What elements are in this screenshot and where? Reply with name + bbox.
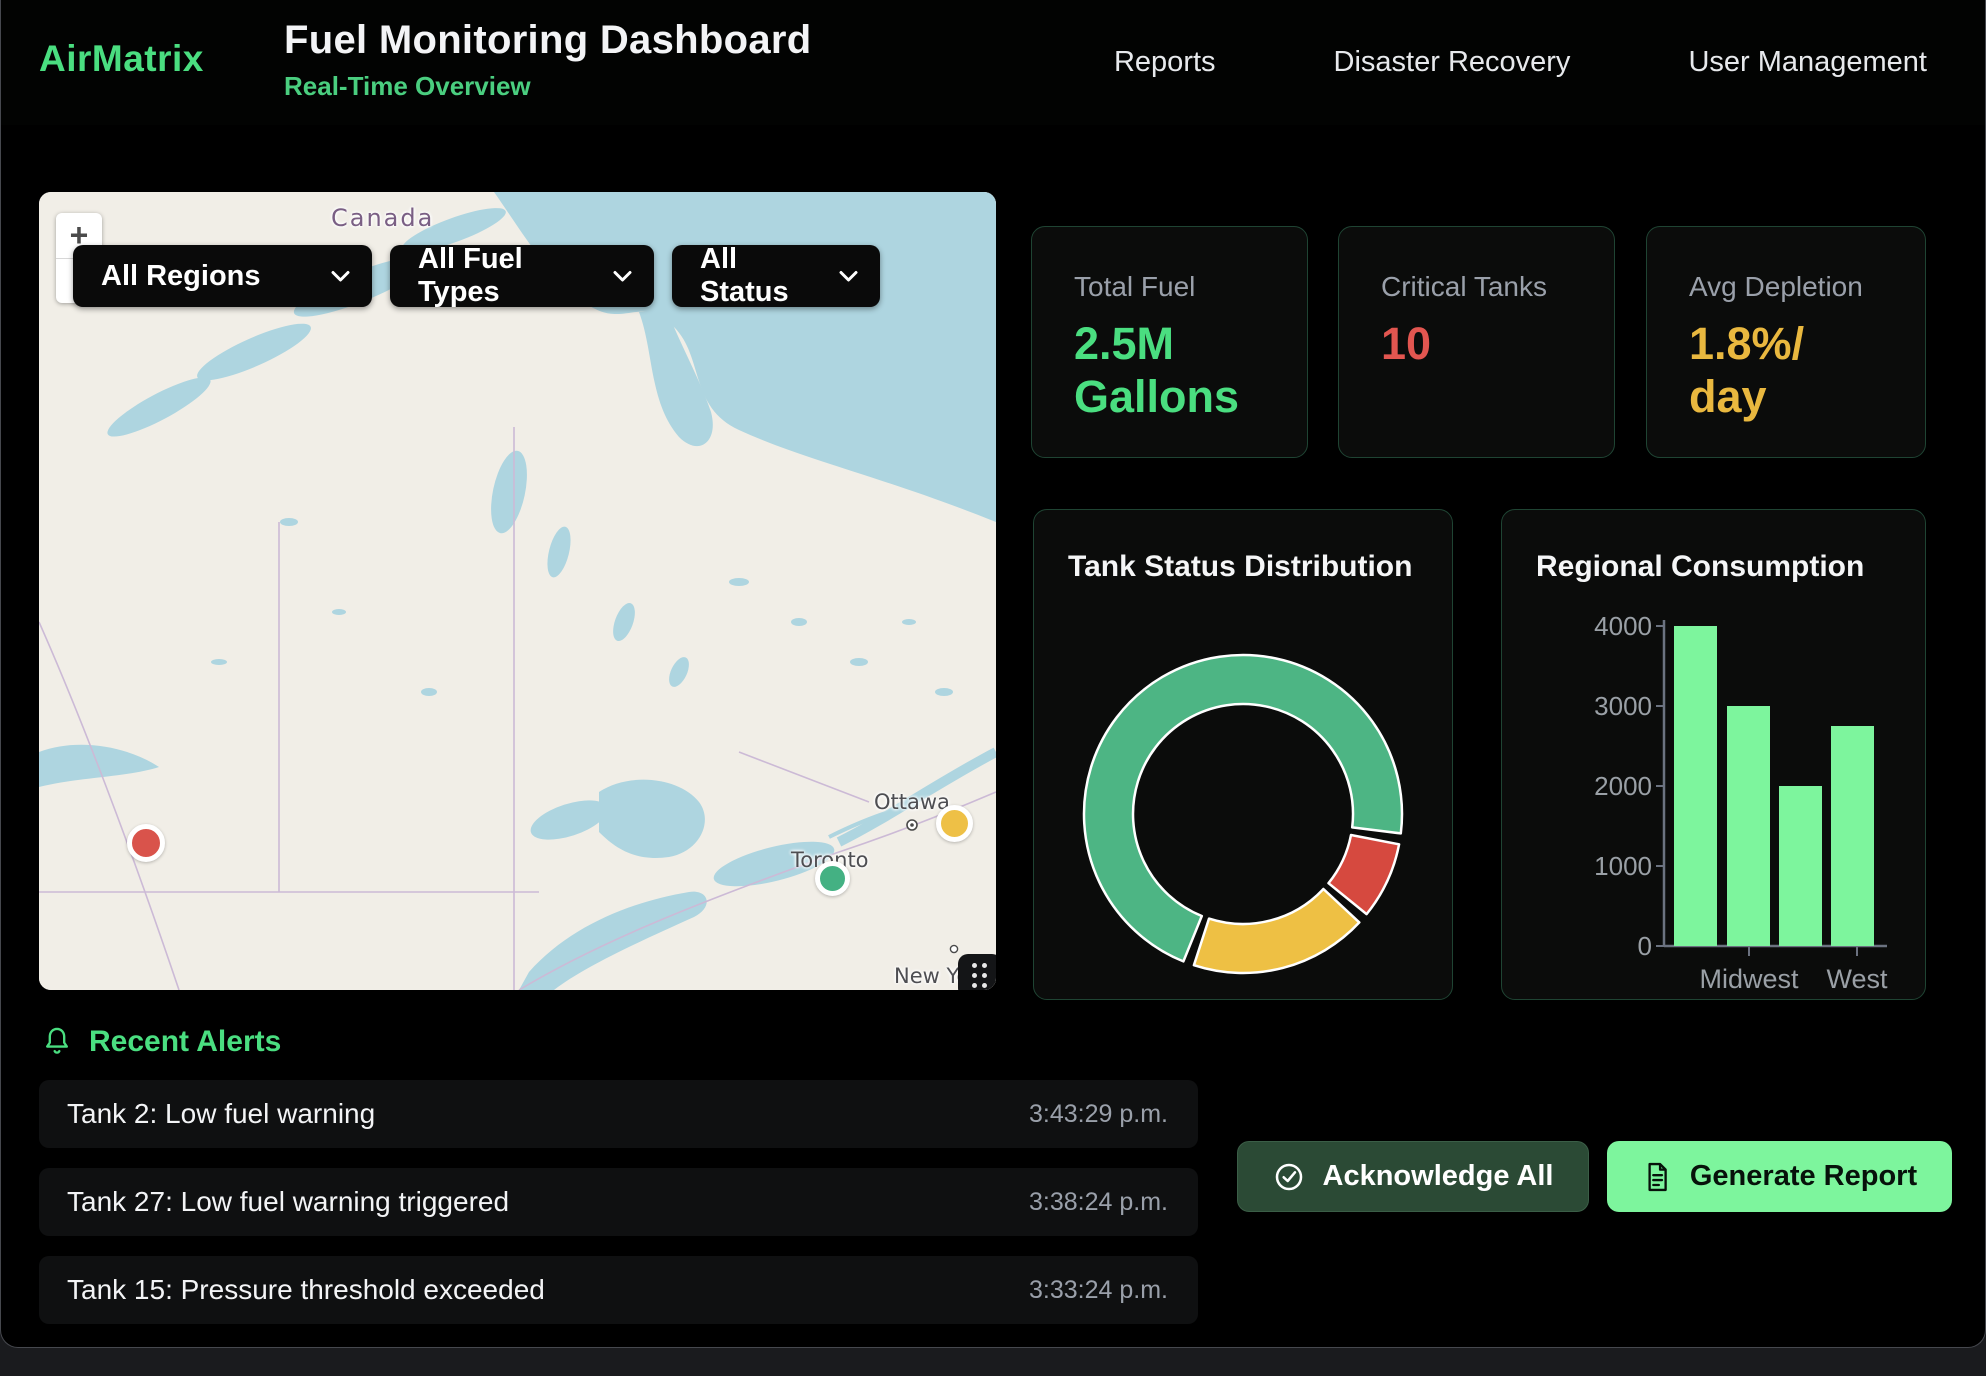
region-filter-dropdown[interactable]: All Regions (73, 245, 372, 307)
generate-report-label: Generate Report (1690, 1160, 1917, 1193)
stat-value: 1.8%/ day (1689, 317, 1885, 423)
nav-reports[interactable]: Reports (1114, 46, 1216, 79)
tank-status-panel: Tank Status Distribution (1033, 509, 1453, 1000)
main-nav: Reports Disaster Recovery User Managemen… (1114, 0, 1927, 125)
stat-card-avg-depletion: Avg Depletion 1.8%/ day (1646, 226, 1926, 458)
alert-time: 3:38:24 p.m. (1029, 1188, 1168, 1217)
stat-label: Avg Depletion (1689, 271, 1885, 303)
map-drag-handle[interactable] (958, 954, 996, 990)
status-filter-dropdown[interactable]: All Status (672, 245, 880, 307)
window-bottom-strip (0, 1348, 1986, 1376)
check-circle-icon (1273, 1161, 1305, 1193)
svg-text:West: West (1826, 964, 1888, 994)
acknowledge-all-button[interactable]: Acknowledge All (1237, 1141, 1589, 1212)
title-block: Fuel Monitoring Dashboard Real-Time Over… (284, 18, 811, 102)
stat-card-critical-tanks: Critical Tanks 10 (1338, 226, 1615, 458)
page-title: Fuel Monitoring Dashboard (284, 18, 811, 63)
fuel-type-filter-value: All Fuel Types (418, 243, 595, 309)
stat-value: 10 (1381, 317, 1574, 370)
stat-label: Critical Tanks (1381, 271, 1574, 303)
svg-text:2000: 2000 (1594, 771, 1652, 801)
alert-message: Tank 27: Low fuel warning triggered (67, 1186, 509, 1218)
alert-message: Tank 15: Pressure threshold exceeded (67, 1274, 545, 1306)
svg-text:4000: 4000 (1594, 611, 1652, 641)
generate-report-button[interactable]: Generate Report (1607, 1141, 1952, 1212)
newyork-town-icon (949, 944, 959, 954)
tank-marker-critical[interactable] (127, 824, 165, 862)
grip-dots-icon (972, 963, 988, 989)
alert-time: 3:33:24 p.m. (1029, 1276, 1168, 1305)
chevron-down-icon (331, 270, 350, 283)
dashboard-window: AirMatrix Fuel Monitoring Dashboard Real… (0, 0, 1986, 1348)
page-subtitle: Real-Time Overview (284, 71, 811, 102)
regional-consumption-title: Regional Consumption (1536, 550, 1864, 584)
status-filter-value: All Status (700, 243, 821, 309)
stat-label: Total Fuel (1074, 271, 1267, 303)
chevron-down-icon (839, 270, 858, 283)
alert-row[interactable]: Tank 2: Low fuel warning 3:43:29 p.m. (39, 1080, 1198, 1148)
document-icon (1642, 1161, 1672, 1193)
nav-user-management[interactable]: User Management (1688, 46, 1927, 79)
svg-text:0: 0 (1638, 931, 1652, 961)
chevron-down-icon (613, 270, 632, 283)
alert-time: 3:43:29 p.m. (1029, 1100, 1168, 1129)
svg-text:3000: 3000 (1594, 691, 1652, 721)
map-label-ottawa: Ottawa (874, 790, 950, 814)
region-filter-value: All Regions (101, 260, 261, 293)
tank-marker-warning[interactable] (936, 805, 973, 842)
tank-map[interactable]: Canada Ottawa Toronto New York + All Reg… (39, 192, 996, 990)
map-filter-bar: All Regions All Fuel Types All Status (73, 245, 880, 307)
brand-logo: AirMatrix (39, 38, 204, 80)
header: AirMatrix Fuel Monitoring Dashboard Real… (1, 0, 1985, 125)
svg-text:1000: 1000 (1594, 851, 1652, 881)
map-label-canada: Canada (331, 204, 434, 232)
svg-text:Midwest: Midwest (1699, 964, 1799, 994)
recent-alerts-header: Recent Alerts (41, 1025, 281, 1059)
alert-row[interactable]: Tank 15: Pressure threshold exceeded 3:3… (39, 1256, 1198, 1324)
bell-icon (41, 1025, 73, 1059)
ottawa-town-icon (905, 818, 919, 832)
stat-value: 2.5M Gallons (1074, 317, 1267, 423)
alert-row[interactable]: Tank 27: Low fuel warning triggered 3:38… (39, 1168, 1198, 1236)
acknowledge-all-label: Acknowledge All (1323, 1160, 1554, 1193)
tank-marker-normal[interactable] (815, 861, 850, 896)
stat-card-total-fuel: Total Fuel 2.5M Gallons (1031, 226, 1308, 458)
nav-disaster-recovery[interactable]: Disaster Recovery (1334, 46, 1571, 79)
regional-consumption-panel: Regional Consumption 0 1000 2000 3000 4000 Mi… (1501, 509, 1926, 1000)
recent-alerts-title: Recent Alerts (89, 1025, 281, 1059)
alert-message: Tank 2: Low fuel warning (67, 1098, 375, 1130)
fuel-type-filter-dropdown[interactable]: All Fuel Types (390, 245, 654, 307)
tank-status-title: Tank Status Distribution (1068, 550, 1412, 584)
